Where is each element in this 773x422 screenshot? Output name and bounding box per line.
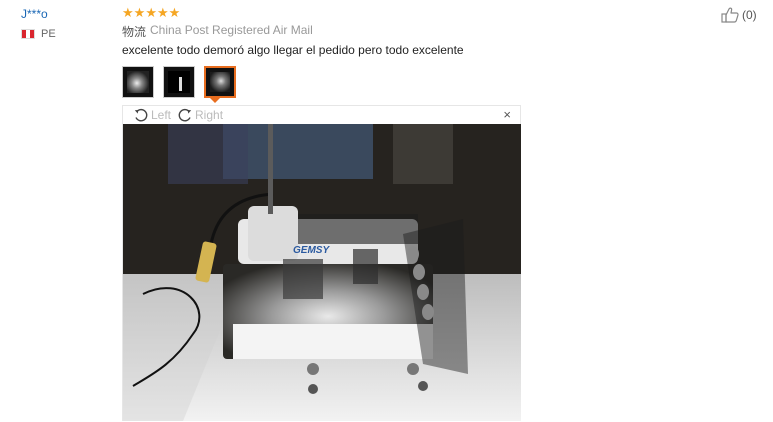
country-code: PE: [41, 28, 56, 40]
star-icon: ★: [122, 5, 134, 20]
star-icon: ★: [133, 5, 146, 20]
peru-flag-icon: [21, 29, 35, 39]
photo-thumbnail[interactable]: [163, 66, 195, 98]
helpful-button[interactable]: (0): [721, 7, 757, 23]
photo-thumbnail-active[interactable]: [204, 66, 236, 98]
rotate-right-button[interactable]: Right: [177, 107, 223, 123]
star-icon: ★: [156, 5, 169, 20]
logistics-value: China Post Registered Air Mail: [150, 23, 313, 37]
logistics-info: 物流 China Post Registered Air Mail: [122, 23, 313, 40]
star-icon: ★: [145, 5, 157, 20]
close-icon[interactable]: ×: [503, 107, 511, 122]
active-thumbnail-caret: [210, 98, 220, 103]
review-photo: GEMSY: [123, 124, 521, 421]
star-rating: ★ ★ ★ ★ ★: [122, 6, 180, 20]
helpful-count: (0): [742, 8, 757, 22]
rotate-right-label: Right: [195, 108, 224, 122]
rotate-right-icon: [177, 107, 193, 123]
thumbs-up-icon: [721, 7, 739, 23]
machine-brand-label: GEMSY: [293, 245, 330, 256]
rotate-left-button[interactable]: Left: [133, 107, 171, 123]
reviewer-country: PE: [21, 28, 56, 40]
rotate-left-label: Left: [151, 108, 172, 122]
reviewer-name[interactable]: J***o: [21, 7, 48, 21]
star-icon: ★: [168, 5, 181, 20]
photo-thumbnails: [122, 66, 236, 98]
review-text: excelente todo demoró algo llegar el ped…: [122, 43, 464, 57]
logistics-label: 物流: [122, 25, 147, 39]
photo-thumbnail[interactable]: [122, 66, 154, 98]
photo-viewer: Left Right × GEMSY: [122, 105, 521, 421]
rotate-left-icon: [133, 107, 149, 123]
viewer-toolbar: Left Right ×: [123, 106, 520, 124]
